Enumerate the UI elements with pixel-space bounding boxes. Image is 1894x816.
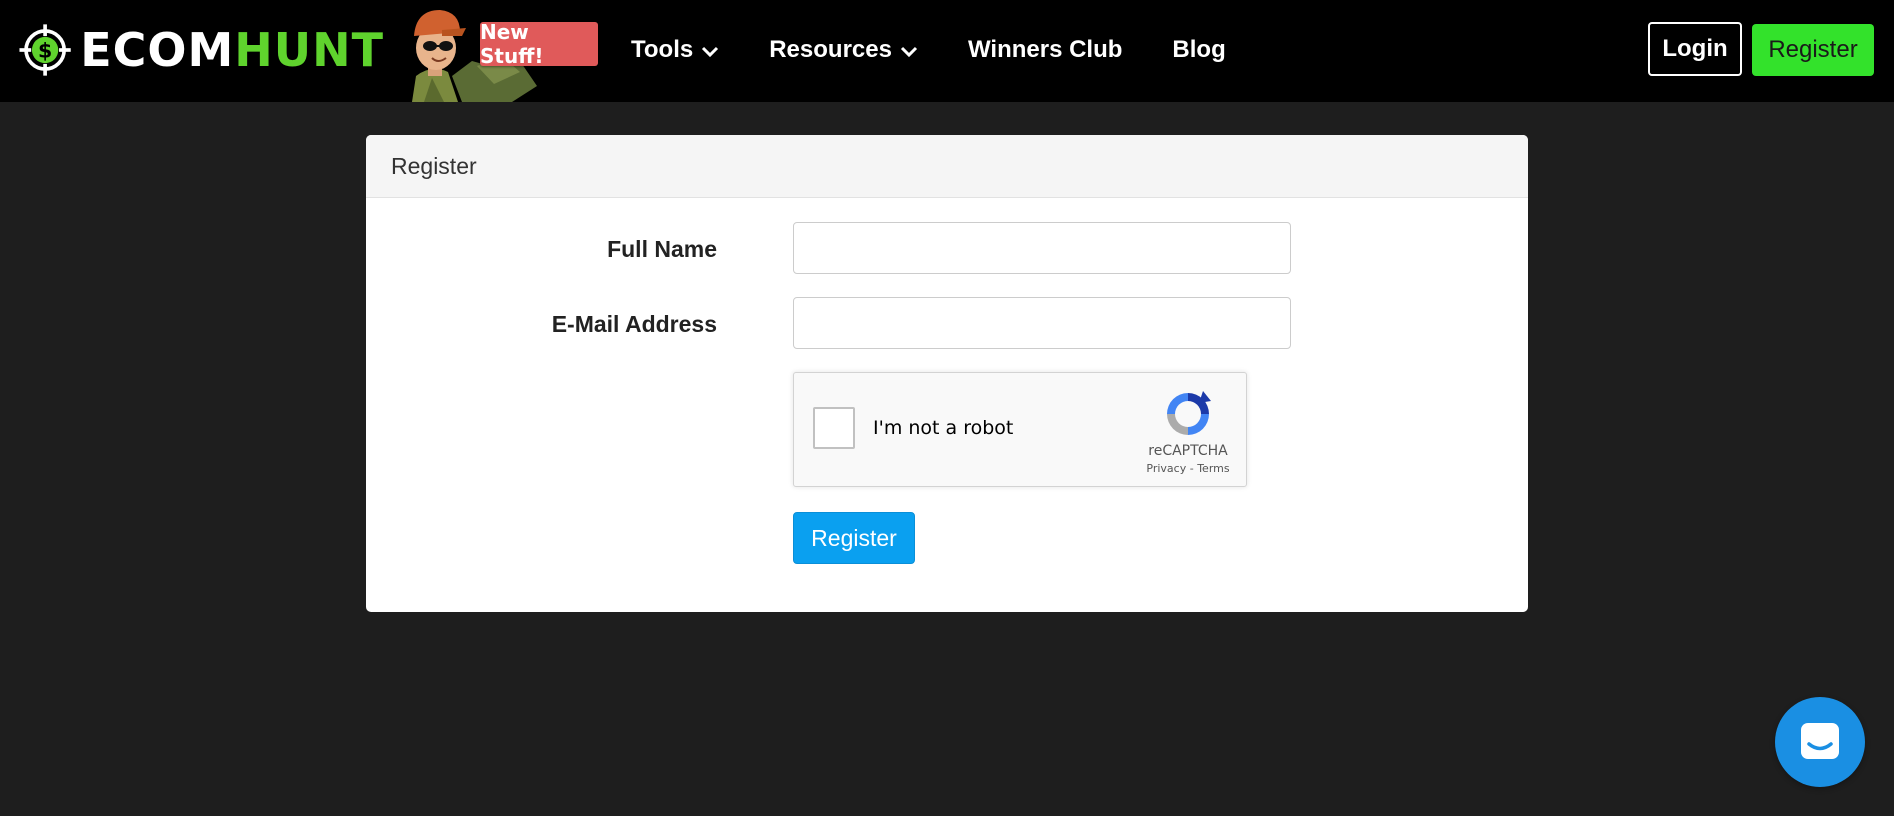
- main-nav: Tools Resources Winners Club Blog: [631, 0, 1276, 100]
- brand-name-part2: HUNT: [234, 23, 384, 77]
- recaptcha-widget: I'm not a robot reCAPTCHA Privacy - Term…: [793, 372, 1247, 487]
- chevron-down-icon: [702, 46, 719, 58]
- top-navbar: $ ECOMHUNT New Stuff! Tools Resources Wi…: [0, 0, 1894, 102]
- recaptcha-terms-links[interactable]: Privacy - Terms: [1134, 462, 1242, 475]
- brand-name-part1: ECOM: [80, 23, 235, 77]
- nav-winners-club[interactable]: Winners Club: [968, 36, 1122, 64]
- recaptcha-brand: reCAPTCHA: [1148, 443, 1228, 459]
- nav-blog[interactable]: Blog: [1172, 36, 1225, 64]
- brand-logo[interactable]: $ ECOMHUNT: [18, 10, 384, 90]
- chevron-down-icon: [900, 46, 918, 58]
- nav-winners-club-label: Winners Club: [967, 36, 1123, 63]
- register-nav-button[interactable]: Register: [1752, 24, 1874, 76]
- nav-tools-label: Tools: [631, 36, 694, 63]
- new-stuff-badge[interactable]: New Stuff!: [480, 20, 598, 68]
- register-card: Register Full Name E-Mail Address I'm no…: [366, 135, 1528, 612]
- nav-blog-label: Blog: [1172, 36, 1226, 63]
- chat-icon: [1801, 723, 1839, 759]
- full-name-input[interactable]: [793, 222, 1291, 274]
- register-submit-button[interactable]: Register: [793, 512, 915, 564]
- login-button[interactable]: Login: [1648, 22, 1742, 76]
- recaptcha-label: I'm not a robot: [873, 417, 1014, 439]
- recaptcha-logo-icon: [1167, 391, 1211, 435]
- svg-text:$: $: [38, 38, 52, 62]
- email-input[interactable]: [793, 297, 1291, 349]
- nav-tools[interactable]: Tools: [631, 36, 719, 64]
- brand-name: ECOMHUNT: [80, 27, 384, 73]
- email-label: E-Mail Address: [551, 311, 717, 337]
- recaptcha-checkbox[interactable]: [813, 407, 855, 449]
- chat-launcher-button[interactable]: [1775, 697, 1865, 787]
- crosshair-dollar-icon: $: [19, 24, 71, 76]
- card-title: Register: [391, 152, 477, 179]
- full-name-label: Full Name: [607, 236, 717, 262]
- register-card-header: Register: [366, 135, 1528, 198]
- nav-resources-label: Resources: [769, 36, 892, 63]
- nav-resources[interactable]: Resources: [769, 36, 918, 64]
